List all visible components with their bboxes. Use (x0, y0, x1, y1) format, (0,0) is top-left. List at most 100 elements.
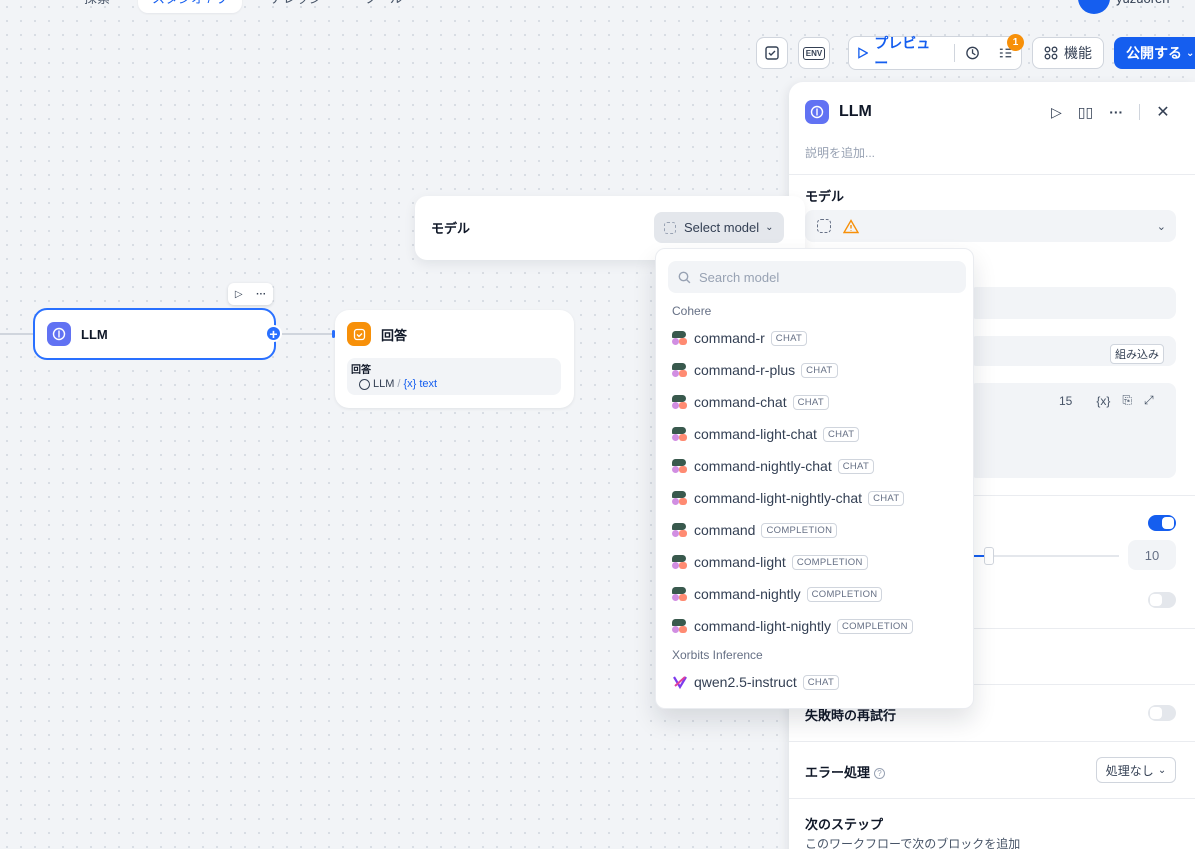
slider-handle[interactable] (984, 547, 994, 565)
divider (953, 44, 955, 62)
model-name: command-r (694, 330, 765, 346)
expand-icon[interactable]: ⤢ (1144, 393, 1154, 408)
model-type-tag: COMPLETION (836, 618, 913, 634)
insert-variable-icon[interactable]: {x} (1096, 394, 1110, 408)
panel-title[interactable]: LLM (839, 103, 872, 121)
user-menu[interactable]: yuzuoren (1078, 0, 1169, 14)
model-type-tag: COMPLETION (761, 522, 838, 538)
more-icon[interactable]: ··· (256, 289, 266, 300)
checklist-button[interactable] (756, 37, 788, 69)
memory-window-slider[interactable] (974, 555, 1119, 557)
model-placeholder-icon (817, 219, 831, 233)
model-type-tag: CHAT (802, 674, 840, 690)
play-icon (858, 47, 869, 59)
char-count: 15 (1059, 393, 1073, 408)
top-nav: 探索 スタジオ / ワ ナレッジ ツール (70, 0, 417, 13)
builtin-tag: 組み込み (1110, 344, 1164, 364)
warning-icon (843, 218, 859, 233)
model-option[interactable]: command-light-chat CHAT (672, 423, 860, 445)
model-name: command-chat (694, 394, 787, 410)
cohere-logo-icon (672, 426, 688, 442)
model-name: command-nightly (694, 586, 801, 602)
memory-window-input[interactable]: 10 (1128, 540, 1176, 570)
model-type-tag: CHAT (770, 330, 808, 346)
add-next-node-icon[interactable]: + (265, 325, 282, 342)
tab-explore[interactable]: 探索 (70, 0, 124, 13)
model-name: command (694, 522, 756, 538)
llm-panel-icon (805, 100, 829, 124)
description-input[interactable]: 説明を追加... (805, 144, 875, 161)
edge-llm-answer (282, 333, 334, 335)
model-type-tag: CHAT (837, 458, 875, 474)
model-type-tag: CHAT (792, 394, 829, 410)
grid-icon (1044, 46, 1058, 60)
publish-label: 公開する (1126, 45, 1182, 61)
tab-tools[interactable]: ツール (350, 0, 417, 13)
env-icon: ENV (802, 46, 826, 60)
model-type-tag: CHAT (801, 362, 838, 378)
provider-heading: Cohere (672, 304, 712, 318)
features-button[interactable]: 機能 (1032, 37, 1104, 69)
model-type-tag: COMPLETION (806, 586, 883, 602)
xinference-logo-icon (672, 674, 688, 690)
panel-model-select[interactable]: ⌄ (805, 210, 1176, 242)
model-name: command-light-nightly (694, 618, 831, 634)
next-step-title: 次のステップ (805, 817, 884, 832)
more-icon[interactable]: ··· (1109, 104, 1123, 120)
run-step-icon[interactable]: ▷ (1051, 104, 1062, 121)
error-handling-select[interactable]: 処理なし ⌄ (1096, 757, 1176, 783)
model-option[interactable]: command-r CHAT (672, 327, 808, 349)
help-icon[interactable]: ? (874, 768, 886, 780)
search-model-input[interactable]: Search model (668, 261, 966, 293)
answer-var-node: LLM (373, 378, 395, 390)
answer-node-title: 回答 (381, 327, 408, 343)
divider (789, 174, 1195, 175)
tab-knowledge[interactable]: ナレッジ (256, 0, 336, 13)
answer-node[interactable]: 回答 回答 LLM / {x} text (335, 310, 574, 408)
node-mini-toolbar: ▷ ··· (228, 283, 273, 305)
model-option[interactable]: command-light-nightly COMPLETION (672, 615, 913, 637)
model-type-tag: CHAT (868, 490, 905, 506)
context-field[interactable] (969, 287, 1176, 319)
model-option[interactable]: command-light-nightly-chat CHAT (672, 487, 905, 509)
error-handling-text: エラー処理 (805, 765, 871, 780)
run-node-icon[interactable]: ▷ (235, 289, 243, 300)
llm-node[interactable]: LLM (33, 308, 276, 360)
env-button[interactable]: ENV (798, 37, 830, 69)
model-option[interactable]: command-nightly-chat CHAT (672, 455, 875, 477)
model-option[interactable]: command COMPLETION (672, 519, 838, 541)
model-placeholder-icon (664, 221, 676, 234)
model-option[interactable]: command-chat CHAT (672, 391, 829, 413)
model-name: command-r-plus (694, 362, 796, 378)
publish-button[interactable]: 公開する ⌄ (1114, 37, 1195, 69)
model-option[interactable]: qwen2.5-instruct CHAT (672, 671, 840, 693)
model-type-tag: COMPLETION (791, 554, 868, 570)
divider (789, 798, 1195, 799)
model-option[interactable]: command-light COMPLETION (672, 551, 868, 573)
window-size-toggle[interactable] (1148, 592, 1176, 608)
model-option[interactable]: command-nightly COMPLETION (672, 583, 883, 605)
error-handling-label: エラー処理? (805, 762, 886, 781)
cohere-logo-icon (672, 522, 688, 538)
edge-in (0, 333, 33, 335)
help-doc-icon[interactable]: ▯▯ (1078, 104, 1093, 121)
retry-toggle[interactable] (1148, 705, 1176, 721)
model-dropdown: Search model Cohere command-r CHAT command-… (655, 248, 974, 709)
next-step-desc: このワークフローで次のブロックを追加 (805, 837, 1021, 849)
preview-button[interactable]: プレビュー (857, 33, 940, 73)
memory-toggle[interactable] (1148, 515, 1176, 531)
copy-icon[interactable]: ⎘ (1122, 393, 1132, 408)
cohere-logo-icon (672, 330, 688, 346)
model-name: command-light-nightly-chat (694, 490, 863, 506)
answer-var-label: 回答 (351, 365, 371, 376)
search-placeholder: Search model (699, 269, 780, 285)
tab-studio[interactable]: スタジオ / ワ (138, 0, 242, 13)
select-model-button[interactable]: Select model ⌄ (654, 212, 784, 243)
model-option[interactable]: command-r-plus CHAT (672, 359, 838, 381)
llm-node-title: LLM (81, 326, 108, 342)
close-icon[interactable]: ✕ (1156, 102, 1169, 122)
history-icon[interactable] (965, 45, 980, 61)
features-label: 機能 (1064, 45, 1092, 61)
model-name: qwen2.5-instruct (694, 674, 797, 690)
chevron-down-icon: ⌄ (1157, 764, 1167, 776)
